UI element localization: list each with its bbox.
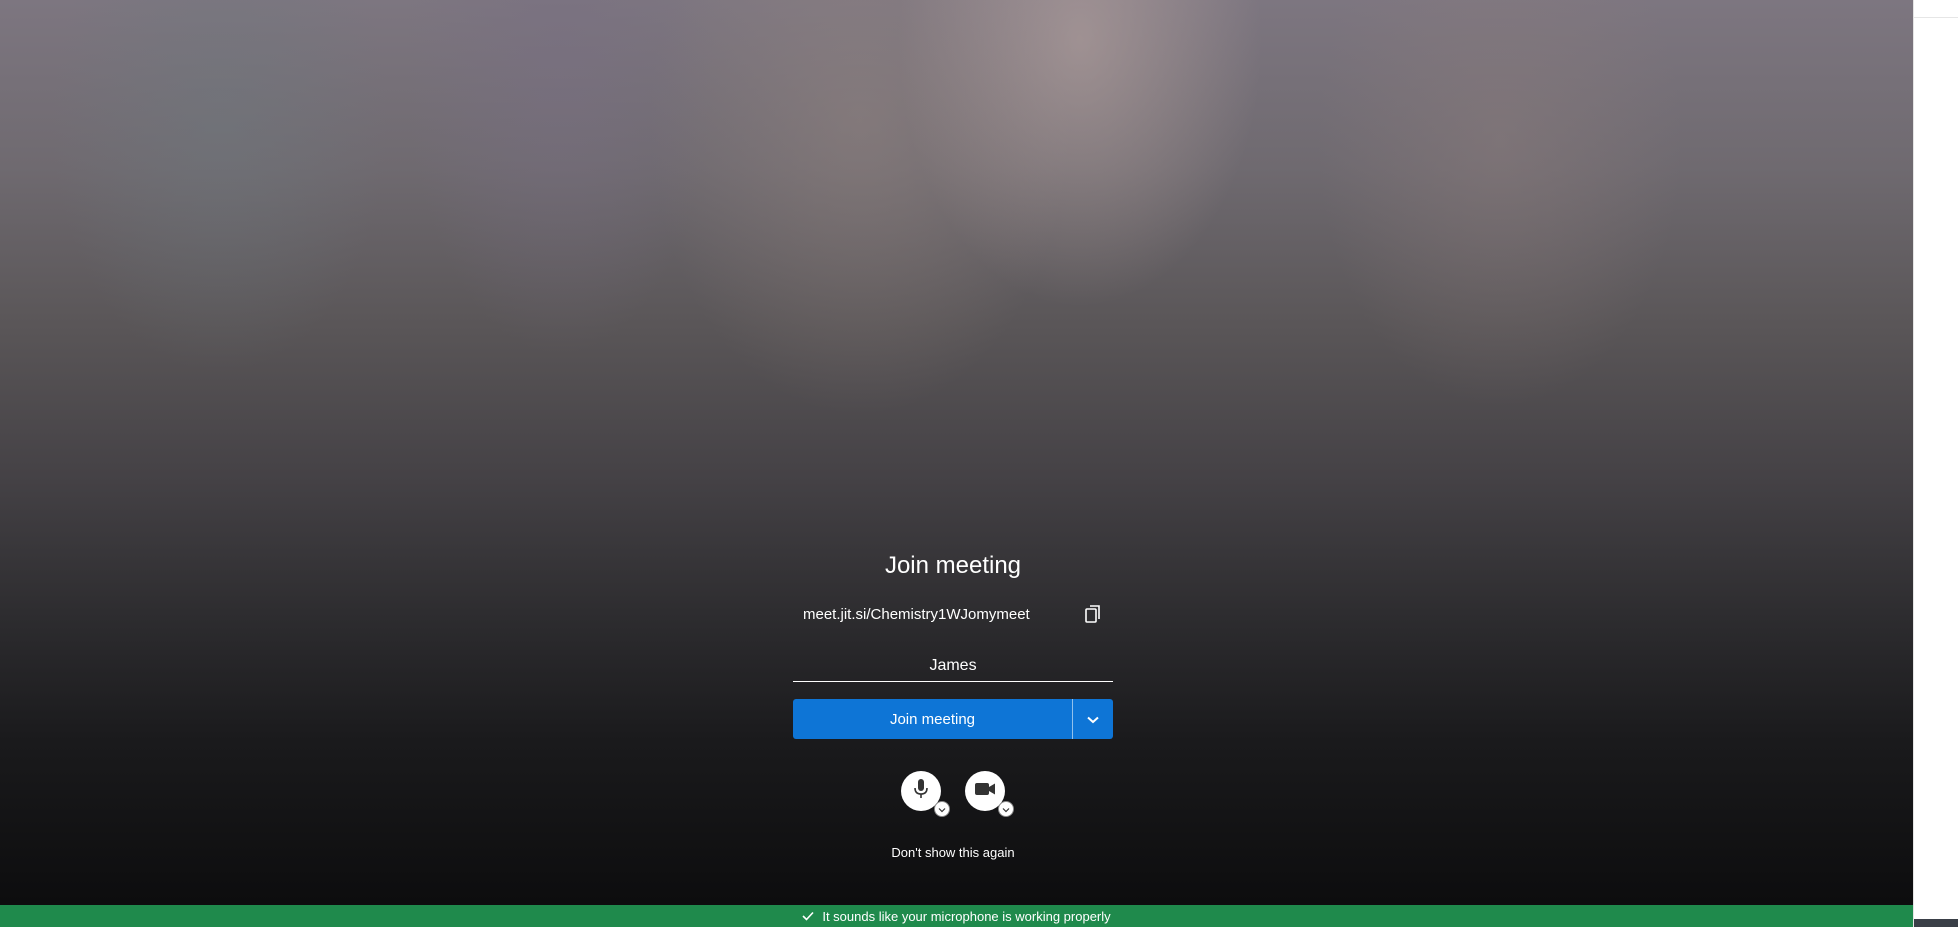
check-icon (802, 911, 814, 921)
chevron-down-icon (938, 800, 946, 818)
notification-banner: It sounds like your microphone is workin… (0, 905, 1913, 927)
copy-icon[interactable] (1081, 602, 1105, 626)
dont-show-again-link[interactable]: Don't show this again (793, 845, 1113, 860)
prejoin-panel: Join meeting meet.jit.si/Chemistry1WJomy… (793, 548, 1113, 860)
side-panel-edge (1913, 0, 1958, 927)
divider (1914, 17, 1958, 18)
chevron-down-icon (1087, 712, 1099, 727)
camera-icon (974, 781, 996, 802)
notification-message: It sounds like your microphone is workin… (822, 908, 1111, 924)
page-title: Join meeting (884, 552, 1022, 579)
media-controls (793, 771, 1113, 817)
display-name-input[interactable] (793, 655, 1113, 676)
microphone-toggle (901, 771, 950, 817)
join-button-group: Join meeting (793, 699, 1113, 739)
microphone-icon (913, 778, 929, 805)
camera-preview: Join meeting meet.jit.si/Chemistry1WJomy… (0, 0, 1913, 927)
divider (1914, 919, 1958, 927)
join-meeting-button[interactable]: Join meeting (793, 699, 1072, 739)
microphone-options-button[interactable] (934, 801, 950, 817)
chevron-down-icon (1002, 800, 1010, 818)
camera-options-button[interactable] (998, 801, 1014, 817)
join-options-button[interactable] (1072, 699, 1113, 739)
camera-toggle (965, 771, 1014, 817)
jitsi-prejoin-screen: Join meeting meet.jit.si/Chemistry1WJomy… (0, 0, 1958, 927)
display-name-field (793, 650, 1113, 682)
meeting-url: meet.jit.si/Chemistry1WJomymeet (803, 605, 1030, 623)
meeting-url-row: meet.jit.si/Chemistry1WJomymeet (793, 600, 1113, 628)
